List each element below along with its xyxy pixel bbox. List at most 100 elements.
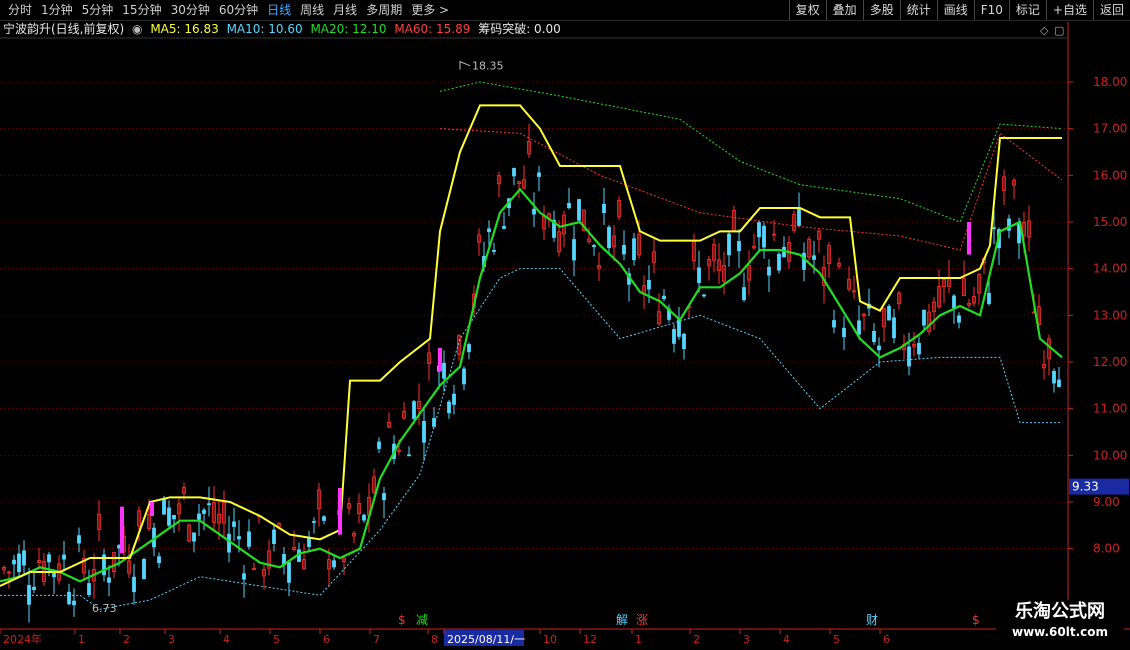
candle-body	[207, 503, 211, 506]
candle-body	[377, 441, 381, 449]
candle-body	[767, 266, 771, 276]
tool-button-6[interactable]: 标记	[1008, 0, 1046, 20]
candle-body	[242, 573, 246, 580]
candle-body	[237, 536, 241, 540]
candle-body	[487, 228, 491, 233]
candle-body	[197, 513, 201, 520]
candle-body	[777, 253, 781, 271]
x-tick-label-5: 5	[273, 633, 280, 646]
x-tick-label-16: 5	[833, 633, 840, 646]
tab-period-1[interactable]: 1分钟	[37, 2, 78, 18]
candle-body	[737, 241, 741, 252]
y-tick-label-6: 14.00	[1093, 262, 1127, 276]
candle-body	[312, 521, 316, 523]
tab-period-10[interactable]: 更多 >	[407, 2, 454, 18]
tab-period-3[interactable]: 15分钟	[118, 2, 166, 18]
x-tick-label-17: 6	[883, 633, 890, 646]
candle-body	[917, 342, 921, 355]
stock-title[interactable]: 宁波韵升(日线,前复权)	[3, 22, 124, 36]
ma5-value: MA5: 16.83	[150, 22, 219, 36]
breakthrough-bar-2	[338, 488, 342, 535]
high-label: 18.35	[472, 60, 504, 73]
candle-body	[157, 556, 161, 564]
y-tick-label-7: 15.00	[1093, 215, 1127, 229]
candle-body	[832, 320, 836, 328]
breakthrough-bar-0	[120, 506, 124, 554]
y-tick-label-0: 8.00	[1093, 542, 1120, 556]
candle-body	[1057, 379, 1061, 388]
candle-body	[382, 493, 386, 501]
candle-body	[682, 333, 686, 349]
candle-body	[727, 233, 731, 256]
tool-button-2[interactable]: 多股	[862, 0, 900, 20]
candle-body	[162, 498, 166, 515]
x-tick-label-9: 2025/08/11/一	[447, 633, 525, 646]
candle-body	[202, 509, 206, 514]
breakthrough-bar-3	[438, 348, 442, 372]
high-arrow	[459, 60, 471, 70]
event-marker-2: 解	[616, 613, 628, 627]
candle-body	[22, 550, 26, 566]
candle-body	[802, 252, 806, 270]
ma60-value: MA60: 15.89	[394, 22, 471, 36]
x-tick-label-4: 4	[223, 633, 230, 646]
candle-body	[407, 454, 411, 457]
tab-period-5[interactable]: 60分钟	[215, 2, 263, 18]
x-tick-label-6: 6	[323, 633, 330, 646]
x-tick-label-10: 10	[543, 633, 557, 646]
candle-body	[662, 295, 666, 300]
candle-body	[447, 401, 451, 414]
tool-button-7[interactable]: +自选	[1045, 0, 1093, 20]
candle-body	[907, 346, 911, 367]
y-tick-label-1: 9.00	[1093, 495, 1120, 509]
x-tick-label-12: 1	[635, 633, 642, 646]
breakthrough-bar-1	[150, 502, 154, 516]
x-tick-label-2: 2	[123, 633, 130, 646]
tool-buttons: 复权 叠加 多股 统计 画线 F10 标记 +自选 返回	[788, 0, 1130, 20]
candle-body	[272, 529, 276, 544]
y-tick-label-5: 13.00	[1093, 308, 1127, 322]
candle-body	[422, 420, 426, 443]
y-tick-label-9: 17.00	[1093, 122, 1127, 136]
tab-period-0[interactable]: 分时	[4, 2, 37, 18]
candle-body	[247, 531, 251, 547]
period-toolbar: 分时 1分钟 5分钟 15分钟 30分钟 60分钟 日线 周线 月线 多周期 更多 > 复权 叠加 多股…	[0, 0, 1130, 21]
x-tick-label-14: 3	[743, 633, 750, 646]
candle-body	[532, 208, 536, 215]
candle-body	[857, 320, 861, 335]
kline-chart[interactable]: 8.009.0010.0011.0012.0013.0014.0015.0016…	[0, 0, 1130, 650]
candle-body	[572, 239, 576, 261]
settings-icon[interactable]: ◉	[132, 22, 142, 36]
tab-period-2[interactable]: 5分钟	[78, 2, 119, 18]
event-marker-0: $	[398, 613, 406, 627]
diamond-icon: ◇	[1040, 24, 1049, 37]
candle-body	[987, 292, 991, 304]
candle-body	[32, 586, 36, 590]
candle-body	[107, 577, 111, 583]
x-tick-label-3: 3	[168, 633, 175, 646]
candle-body	[172, 514, 176, 520]
tab-period-4[interactable]: 30分钟	[167, 2, 215, 18]
indicator-info-bar: 宁波韵升(日线,前复权) ◉ MA5: 16.83 MA10: 10.60 MA…	[0, 21, 565, 37]
y-tick-label-2: 10.00	[1093, 448, 1127, 462]
upper-band-line	[439, 81, 1063, 223]
x-tick-label-13: 2	[693, 633, 700, 646]
tool-button-3[interactable]: 统计	[899, 0, 937, 20]
candle-body	[957, 315, 961, 323]
candle-body	[72, 600, 76, 606]
tab-period-9[interactable]: 多周期	[362, 2, 407, 18]
tool-button-5[interactable]: F10	[973, 0, 1009, 20]
tool-button-1[interactable]: 叠加	[825, 0, 863, 20]
candle-body	[952, 295, 956, 309]
tab-period-7[interactable]: 周线	[296, 2, 329, 18]
tool-button-8[interactable]: 返回	[1092, 0, 1130, 20]
tab-period-6[interactable]: 日线	[263, 2, 296, 18]
series-line-0	[0, 187, 1063, 583]
x-tick-label-11: 12	[583, 633, 597, 646]
candle-body	[232, 521, 236, 527]
tool-button-4[interactable]: 画线	[936, 0, 974, 20]
candle-body	[842, 327, 846, 338]
event-marker-3: 涨	[636, 612, 648, 627]
tool-button-0[interactable]: 复权	[788, 0, 826, 20]
tab-period-8[interactable]: 月线	[329, 2, 362, 18]
